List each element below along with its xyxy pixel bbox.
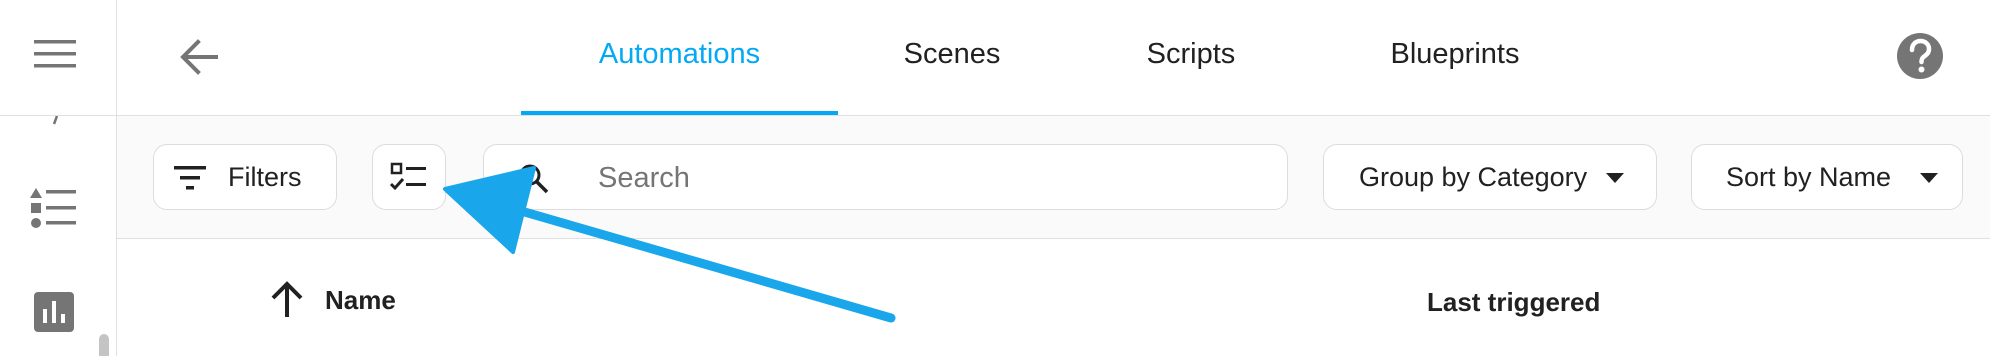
checklist-icon [390, 162, 426, 191]
tab-scripts[interactable]: Scripts [1129, 0, 1253, 115]
tab-blueprints-label: Blueprints [1390, 38, 1520, 70]
list-icon [30, 188, 76, 228]
tab-blueprints[interactable]: Blueprints [1372, 0, 1538, 115]
column-last-triggered-label[interactable]: Last triggered [1427, 287, 1600, 318]
column-name-label: Name [325, 285, 396, 315]
search-field[interactable] [483, 144, 1288, 210]
dropdown-caret-icon [1606, 173, 1624, 183]
sidebar-partial-icon [52, 116, 59, 125]
sidebar-scrollbar[interactable] [99, 334, 109, 356]
menu-icon [34, 40, 76, 68]
search-input[interactable] [596, 155, 1250, 201]
top-app-bar: Automations Scenes Scripts Blueprints [117, 0, 1990, 116]
tab-scenes-label: Scenes [903, 38, 1001, 70]
sidebar-item-list[interactable] [30, 184, 78, 232]
filters-label: Filters [228, 162, 302, 192]
tab-scenes[interactable]: Scenes [887, 0, 1017, 115]
filter-icon [174, 166, 206, 190]
tab-scripts-label: Scripts [1146, 38, 1236, 70]
back-arrow-icon [180, 39, 218, 75]
column-header-name[interactable]: Name [267, 275, 527, 323]
filter-toolbar: Filters Group by Category Sort by Name [117, 116, 1990, 239]
sort-by-label: Sort by Name [1726, 162, 1892, 192]
tab-automations[interactable]: Automations [521, 0, 838, 115]
help-button[interactable] [1895, 31, 1945, 81]
table-header: Name Last triggered [117, 239, 1990, 356]
sidebar-item-history[interactable] [30, 288, 78, 336]
menu-button[interactable] [34, 38, 76, 70]
dropdown-caret-icon [1920, 173, 1938, 183]
active-tab-indicator [521, 111, 838, 115]
search-icon [519, 164, 549, 194]
selection-mode-button[interactable] [372, 144, 446, 210]
back-button[interactable] [172, 30, 226, 84]
group-by-dropdown[interactable]: Group by Category [1323, 144, 1657, 210]
filters-button[interactable]: Filters [153, 144, 337, 210]
tab-automations-label: Automations [598, 38, 761, 70]
sort-by-dropdown[interactable]: Sort by Name [1691, 144, 1963, 210]
sidebar [0, 0, 117, 356]
sidebar-header [0, 0, 116, 116]
arrow-up-icon [271, 281, 303, 317]
group-by-label: Group by Category [1359, 162, 1588, 192]
help-icon [1897, 33, 1943, 79]
bar-chart-icon [34, 292, 74, 332]
